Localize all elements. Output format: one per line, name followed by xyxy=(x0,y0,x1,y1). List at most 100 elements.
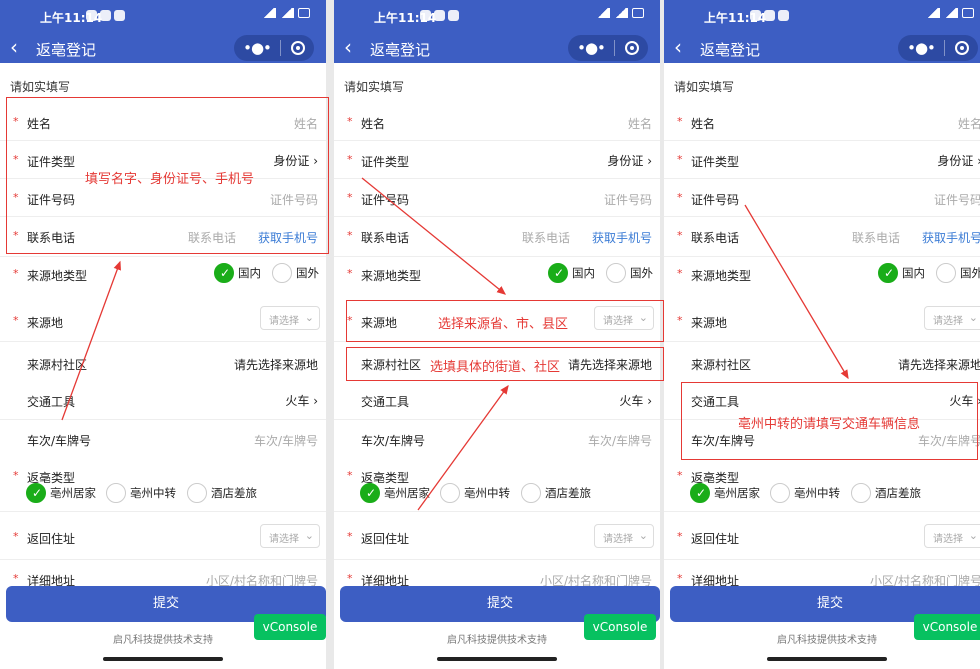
close-miniprogram-icon[interactable] xyxy=(281,41,314,55)
home-indicator xyxy=(767,657,887,661)
village-row[interactable]: 来源村社区 请先选择来源地 xyxy=(0,342,326,382)
transport-row[interactable]: 交通工具 火车 › xyxy=(0,382,326,420)
vconsole-button[interactable]: vConsole xyxy=(914,614,980,640)
get-phone-link[interactable]: 获取手机号 xyxy=(592,229,652,246)
back-icon[interactable]: ‹ xyxy=(10,36,18,58)
name-label: 姓名 xyxy=(361,117,386,131)
more-icon[interactable]: •●• xyxy=(898,35,944,61)
status-bar: 上午11:14 xyxy=(0,0,326,33)
more-icon[interactable]: •●• xyxy=(234,35,280,61)
transport-label: 交通工具 xyxy=(361,395,410,409)
notification-icons xyxy=(420,10,459,21)
radio-home[interactable]: 亳州居家 xyxy=(360,483,430,503)
origin-select[interactable]: 请选择 ⌄ xyxy=(924,306,980,330)
id-number-label: 证件号码 xyxy=(691,193,740,207)
phone-row[interactable]: * 联系电话 联系电话 获取手机号 xyxy=(664,217,980,257)
id-number-row[interactable]: * 证件号码 证件号码 xyxy=(664,179,980,217)
check-icon xyxy=(26,483,46,503)
name-input[interactable]: 姓名 xyxy=(628,115,652,132)
chevron-right-icon: › xyxy=(647,154,652,168)
phone-row[interactable]: * 联系电话 联系电话 获取手机号 xyxy=(334,217,660,257)
system-status-icons xyxy=(262,8,310,18)
phone-input[interactable]: 联系电话 xyxy=(852,229,900,246)
radio-transit[interactable]: 亳州中转 xyxy=(770,483,840,503)
back-icon[interactable]: ‹ xyxy=(344,36,352,58)
close-miniprogram-icon[interactable] xyxy=(615,41,648,55)
radio-transit[interactable]: 亳州中转 xyxy=(440,483,510,503)
transport-row[interactable]: 交通工具 火车 › xyxy=(334,382,660,420)
address-row[interactable]: * 返回住址 请选择 ⌄ xyxy=(664,516,980,560)
radio-hotel[interactable]: 酒店差旅 xyxy=(187,483,257,503)
check-icon xyxy=(548,263,568,283)
address-row[interactable]: * 返回住址 请选择 ⌄ xyxy=(334,516,660,560)
name-row[interactable]: * 姓名 姓名 xyxy=(664,103,980,141)
origin-row[interactable]: * 来源地 请选择 ⌄ xyxy=(664,300,980,342)
radio-abroad[interactable]: 国外 xyxy=(936,263,980,283)
name-label: 姓名 xyxy=(691,117,716,131)
transport-select[interactable]: 火车 › xyxy=(619,392,652,409)
id-number-input[interactable]: 证件号码 xyxy=(604,191,652,208)
annotation-personal-text: 填写名字、身份证号、手机号 xyxy=(85,172,255,187)
name-input[interactable]: 姓名 xyxy=(958,115,980,132)
notification-icons xyxy=(86,10,125,21)
radio-home[interactable]: 亳州居家 xyxy=(26,483,96,503)
origin-type-row: * 来源地类型 国内 国外 xyxy=(664,257,980,293)
address-select[interactable]: 请选择 ⌄ xyxy=(260,524,320,548)
radio-home[interactable]: 亳州居家 xyxy=(690,483,760,503)
close-miniprogram-icon[interactable] xyxy=(945,41,978,55)
plate-row[interactable]: 车次/车牌号 车次/车牌号 xyxy=(0,420,326,456)
chevron-down-icon: ⌄ xyxy=(304,311,314,324)
radio-hotel[interactable]: 酒店差旅 xyxy=(521,483,591,503)
id-number-input[interactable]: 证件号码 xyxy=(934,191,980,208)
system-status-icons xyxy=(926,8,974,18)
home-indicator xyxy=(103,657,223,661)
page-title: 返亳登记 xyxy=(370,41,431,59)
nav-bar: ‹ 返亳登记 •●• xyxy=(664,33,980,63)
annotation-origin-text: 选择来源省、市、县区 xyxy=(438,317,569,332)
check-icon xyxy=(360,483,380,503)
address-select[interactable]: 请选择 ⌄ xyxy=(594,524,654,548)
vconsole-button[interactable]: vConsole xyxy=(584,614,656,640)
radio-abroad[interactable]: 国外 xyxy=(606,263,653,283)
id-type-row[interactable]: * 证件类型 身份证 › xyxy=(334,141,660,179)
transport-label: 交通工具 xyxy=(27,395,76,409)
radio-transit[interactable]: 亳州中转 xyxy=(106,483,176,503)
notification-icons xyxy=(750,10,789,21)
radio-domestic[interactable]: 国内 xyxy=(878,263,925,283)
detail-address-row[interactable]: * 详细地址 小区/村名称和门牌号 xyxy=(0,566,326,588)
id-type-row[interactable]: * 证件类型 身份证 › xyxy=(664,141,980,179)
village-select[interactable]: 请先选择来源地 xyxy=(234,356,318,373)
village-select[interactable]: 请先选择来源地 xyxy=(898,356,980,373)
id-type-select[interactable]: 身份证 › xyxy=(937,152,980,169)
chevron-down-icon: ⌄ xyxy=(638,529,648,542)
address-row[interactable]: * 返回住址 请选择 ⌄ xyxy=(0,516,326,560)
radio-domestic[interactable]: 国内 xyxy=(548,263,595,283)
radio-domestic[interactable]: 国内 xyxy=(214,263,261,283)
plate-row[interactable]: 车次/车牌号 车次/车牌号 xyxy=(334,420,660,456)
id-type-select[interactable]: 身份证 › xyxy=(607,152,652,169)
back-icon[interactable]: ‹ xyxy=(674,36,682,58)
get-phone-link[interactable]: 获取手机号 xyxy=(922,229,980,246)
village-row[interactable]: 来源村社区 请先选择来源地 xyxy=(664,342,980,382)
plate-input[interactable]: 车次/车牌号 xyxy=(254,432,318,449)
vconsole-button[interactable]: vConsole xyxy=(254,614,326,640)
name-row[interactable]: * 姓名 姓名 xyxy=(334,103,660,141)
chevron-down-icon: ⌄ xyxy=(968,529,978,542)
transport-select[interactable]: 火车 › xyxy=(285,392,318,409)
detail-address-row[interactable]: * 详细地址 小区/村名称和门牌号 xyxy=(664,566,980,588)
home-indicator xyxy=(437,657,557,661)
origin-row[interactable]: * 来源地 请选择 ⌄ xyxy=(0,300,326,342)
more-icon[interactable]: •●• xyxy=(568,35,614,61)
address-select[interactable]: 请选择 ⌄ xyxy=(924,524,980,548)
radio-hotel[interactable]: 酒店差旅 xyxy=(851,483,921,503)
origin-select[interactable]: 请选择 ⌄ xyxy=(260,306,320,330)
phone-screen-3: 上午11:14 ‹ 返亳登记 •●• 请如实填写 * 姓名 姓名 * 证件类型 … xyxy=(664,0,980,669)
id-type-label: 证件类型 xyxy=(691,155,740,169)
radio-abroad[interactable]: 国外 xyxy=(272,263,319,283)
form-hint: 请如实填写 xyxy=(344,80,405,94)
id-number-row[interactable]: * 证件号码 证件号码 xyxy=(334,179,660,217)
plate-input[interactable]: 车次/车牌号 xyxy=(588,432,652,449)
phone-input[interactable]: 联系电话 xyxy=(522,229,570,246)
check-icon xyxy=(690,483,710,503)
detail-address-row[interactable]: * 详细地址 小区/村名称和门牌号 xyxy=(334,566,660,588)
